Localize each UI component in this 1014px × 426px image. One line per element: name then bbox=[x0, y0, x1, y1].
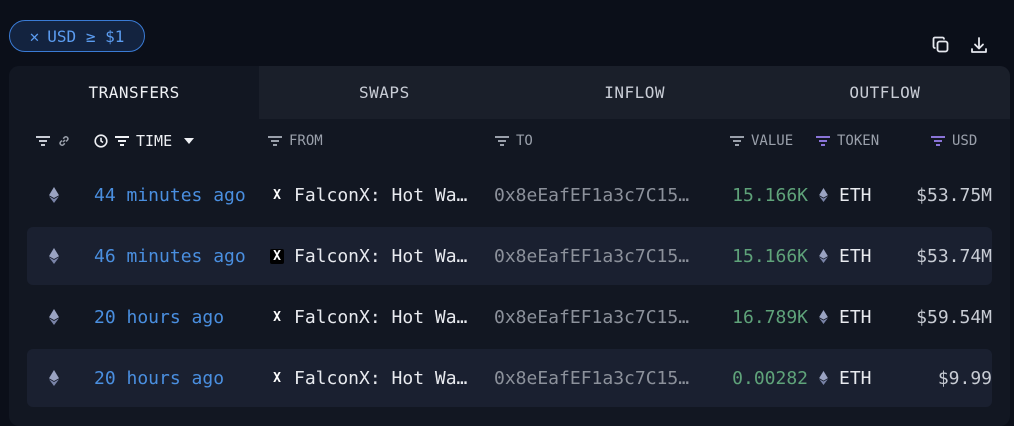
to-address[interactable]: 0x8eEafEF1a3c7C15… bbox=[494, 227, 689, 285]
ethereum-icon bbox=[819, 371, 828, 385]
to-address[interactable]: 0x8eEafEF1a3c7C15… bbox=[494, 288, 689, 346]
ethereum-icon bbox=[819, 310, 828, 324]
ethereum-icon bbox=[49, 309, 59, 325]
table-row[interactable]: 46 minutes ago X FalconX: Hot Wa… 0x8eEaf… bbox=[27, 227, 992, 285]
tab-outflow[interactable]: OUTFLOW bbox=[759, 66, 1010, 119]
from-entity[interactable]: X FalconX: Hot Wa… bbox=[270, 166, 467, 224]
table-row[interactable]: 20 hours ago X FalconX: Hot Wa… 0x8eEafEF… bbox=[27, 349, 992, 407]
from-entity[interactable]: X FalconX: Hot Wa… bbox=[270, 349, 467, 407]
falconx-icon: X bbox=[273, 187, 281, 203]
to-address[interactable]: 0x8eEafEF1a3c7C15… bbox=[494, 349, 689, 407]
close-icon[interactable]: ✕ bbox=[30, 27, 40, 46]
falconx-icon: X bbox=[273, 370, 281, 386]
filter-active-icon[interactable] bbox=[931, 135, 945, 147]
link-icon[interactable] bbox=[57, 134, 71, 148]
time-header-label: TIME bbox=[136, 132, 173, 150]
to-address[interactable]: 0x8eEafEF1a3c7C15… bbox=[494, 166, 689, 224]
from-label: FalconX: Hot Wa… bbox=[294, 245, 468, 267]
value-amount: 0.00282 bbox=[732, 367, 808, 389]
value-column-header[interactable]: VALUE bbox=[730, 119, 793, 163]
tab-bar: TRANSFERS SWAPS INFLOW OUTFLOW bbox=[9, 66, 1010, 119]
usd-amount: $53.75M bbox=[916, 184, 992, 206]
falconx-icon: X bbox=[270, 248, 284, 264]
usd-header-label: USD bbox=[952, 133, 978, 149]
clock-icon bbox=[94, 134, 108, 148]
from-entity[interactable]: X FalconX: Hot Wa… bbox=[270, 227, 467, 285]
filter-icon[interactable] bbox=[268, 135, 282, 147]
falconx-icon: X bbox=[273, 309, 281, 325]
token-cell[interactable]: ETH bbox=[819, 227, 872, 285]
usd-filter-chip[interactable]: ✕ USD ≥ $1 bbox=[9, 20, 145, 52]
copy-icon[interactable] bbox=[930, 34, 952, 56]
usd-amount: $53.74M bbox=[916, 245, 992, 267]
ethereum-icon bbox=[49, 370, 59, 386]
filter-icon[interactable] bbox=[730, 135, 744, 147]
value-amount: 15.166K bbox=[732, 245, 808, 267]
token-symbol: ETH bbox=[839, 367, 872, 389]
from-header-label: FROM bbox=[289, 133, 323, 149]
download-icon[interactable] bbox=[968, 34, 990, 56]
usd-amount: $9.99 bbox=[937, 367, 992, 389]
chain-filter[interactable] bbox=[36, 119, 71, 163]
value-amount: 16.789K bbox=[732, 306, 808, 328]
token-header-label: TOKEN bbox=[837, 133, 880, 149]
token-cell[interactable]: ETH bbox=[819, 288, 872, 346]
token-cell[interactable]: ETH bbox=[819, 349, 872, 407]
table-row[interactable]: 20 hours ago X FalconX: Hot Wa… 0x8eEafEF… bbox=[27, 288, 992, 346]
ethereum-icon bbox=[819, 249, 828, 263]
time-link[interactable]: 44 minutes ago bbox=[94, 166, 246, 224]
filter-active-icon[interactable] bbox=[816, 135, 830, 147]
value-header-label: VALUE bbox=[751, 133, 794, 149]
transfers-panel: TRANSFERS SWAPS INFLOW OUTFLOW TIME FROM… bbox=[9, 66, 1010, 426]
ethereum-icon bbox=[49, 187, 59, 203]
usd-amount: $59.54M bbox=[916, 306, 992, 328]
token-symbol: ETH bbox=[839, 245, 872, 267]
token-symbol: ETH bbox=[839, 184, 872, 206]
from-label: FalconX: Hot Wa… bbox=[294, 306, 468, 328]
from-label: FalconX: Hot Wa… bbox=[294, 184, 468, 206]
time-link[interactable]: 20 hours ago bbox=[94, 349, 224, 407]
usd-column-header[interactable]: USD bbox=[931, 119, 977, 163]
tab-transfers[interactable]: TRANSFERS bbox=[9, 66, 260, 119]
ethereum-icon bbox=[819, 188, 828, 202]
from-label: FalconX: Hot Wa… bbox=[294, 367, 468, 389]
filter-icon[interactable] bbox=[36, 135, 50, 147]
time-link[interactable]: 46 minutes ago bbox=[94, 227, 246, 285]
token-symbol: ETH bbox=[839, 306, 872, 328]
caret-down-icon[interactable] bbox=[183, 137, 195, 145]
value-amount: 15.166K bbox=[732, 184, 808, 206]
to-header-label: TO bbox=[516, 133, 533, 149]
from-entity[interactable]: X FalconX: Hot Wa… bbox=[270, 288, 467, 346]
to-column-header[interactable]: TO bbox=[495, 119, 533, 163]
table-header: TIME FROM TO VALUE TOKEN USD bbox=[9, 119, 1010, 163]
filter-icon[interactable] bbox=[115, 135, 129, 147]
usd-filter-label: USD ≥ $1 bbox=[47, 26, 125, 46]
tab-swaps[interactable]: SWAPS bbox=[259, 66, 510, 119]
token-column-header[interactable]: TOKEN bbox=[816, 119, 879, 163]
table-row[interactable]: 44 minutes ago X FalconX: Hot Wa… 0x8eEaf… bbox=[27, 166, 992, 224]
ethereum-icon bbox=[49, 248, 59, 264]
token-cell[interactable]: ETH bbox=[819, 166, 872, 224]
tab-inflow[interactable]: INFLOW bbox=[509, 66, 760, 119]
from-column-header[interactable]: FROM bbox=[268, 119, 323, 163]
time-link[interactable]: 20 hours ago bbox=[94, 288, 224, 346]
time-column-header[interactable]: TIME bbox=[94, 119, 195, 163]
filter-icon[interactable] bbox=[495, 135, 509, 147]
